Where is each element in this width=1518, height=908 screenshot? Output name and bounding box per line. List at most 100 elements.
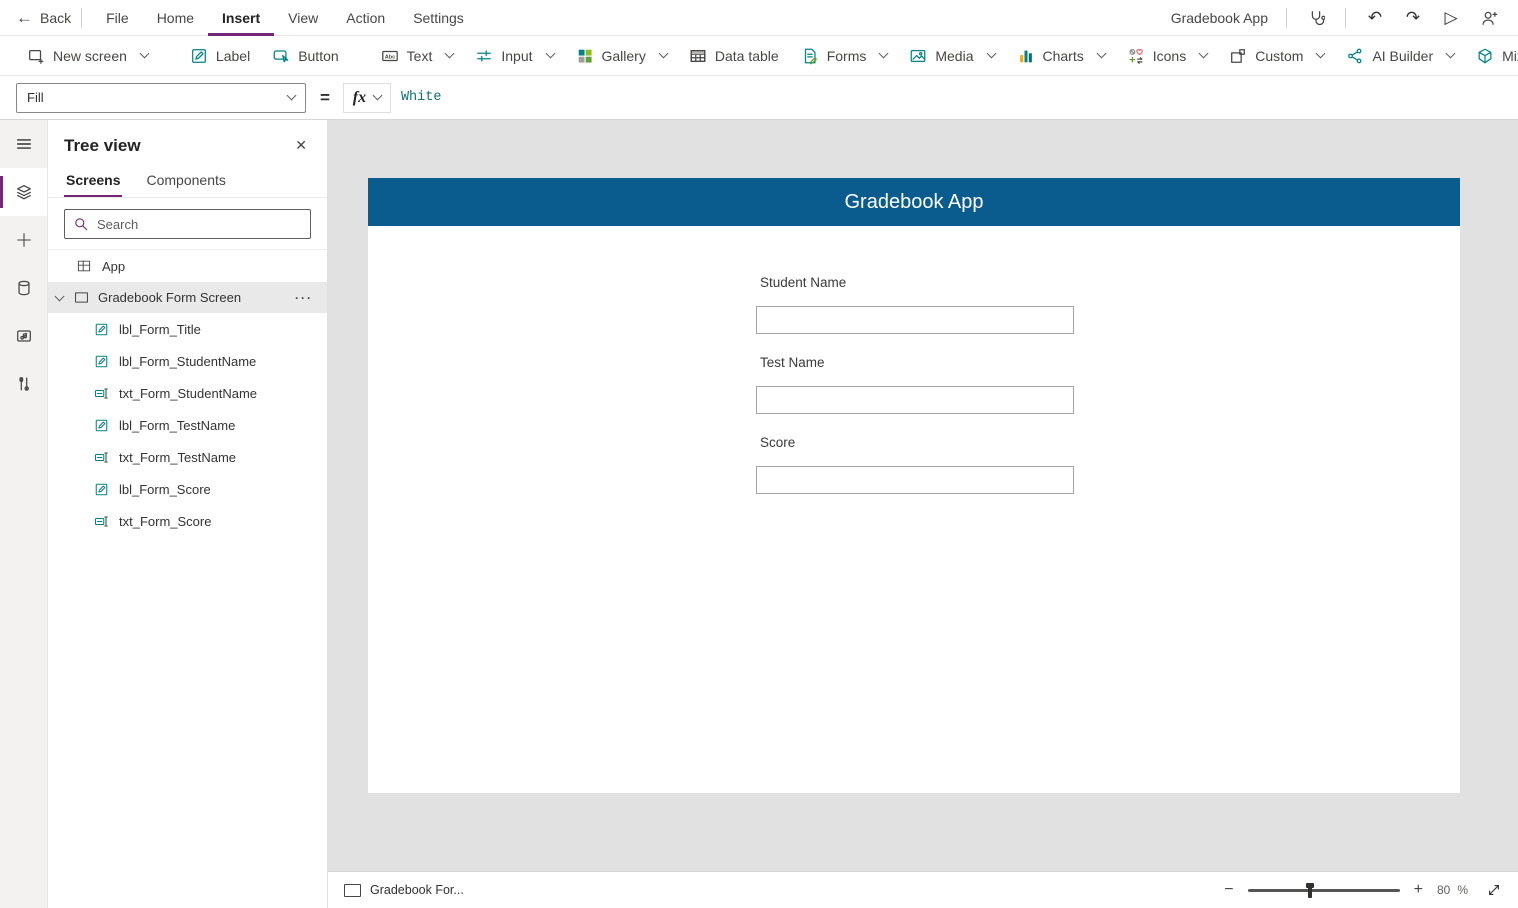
tree-item-control[interactable]: txt_Form_TestName (48, 441, 327, 473)
custom-icon (1229, 47, 1247, 65)
tree-item-control[interactable]: lbl_Form_Score (48, 473, 327, 505)
icons-menu[interactable]: Icons (1116, 36, 1218, 76)
mixed-reality-icon (1476, 47, 1494, 65)
input-menu[interactable]: Input (464, 36, 564, 76)
rail-media-button[interactable] (0, 312, 47, 360)
button-button[interactable]: Button (261, 36, 349, 76)
play-preview-button[interactable]: ▷ (1432, 2, 1470, 34)
chevron-down-icon (139, 49, 149, 59)
app-checker-button[interactable] (1297, 2, 1335, 34)
undo-button[interactable]: ↶ (1356, 2, 1394, 34)
chevron-down-icon (986, 49, 996, 59)
person-add-icon (1480, 9, 1498, 27)
menu-item-home[interactable]: Home (143, 0, 208, 36)
ribbon-label: Button (298, 48, 338, 64)
tree-item-app[interactable]: App (48, 250, 327, 282)
ribbon-label: Media (935, 48, 973, 64)
zoom-slider[interactable] (1248, 889, 1400, 892)
zoom-slider-thumb[interactable] (1308, 883, 1312, 898)
app-screen-artboard[interactable]: Gradebook App Student Name Test Name Sco… (368, 178, 1460, 793)
text-icon: Abc (381, 47, 399, 65)
rail-data-button[interactable] (0, 264, 47, 312)
tree-search-box[interactable] (64, 209, 311, 239)
chevron-down-icon (1446, 49, 1456, 59)
data-table-button[interactable]: Data table (678, 36, 790, 76)
student-name-label[interactable]: Student Name (760, 275, 846, 290)
equals-sign: = (320, 88, 330, 108)
mixed-reality-menu[interactable]: Mixed Reality (1465, 36, 1518, 76)
menu-item-view[interactable]: View (274, 0, 332, 36)
chevron-down-icon (287, 91, 297, 101)
zoom-in-button[interactable]: + (1414, 882, 1423, 898)
formula-input[interactable] (391, 83, 1518, 113)
menu-item-insert[interactable]: Insert (208, 0, 274, 36)
media-menu[interactable]: Media (898, 36, 1005, 76)
score-input[interactable] (756, 466, 1074, 494)
new-screen-button[interactable]: New screen (16, 36, 159, 76)
screen-thumbnail-icon (344, 884, 361, 897)
current-screen-label[interactable]: Gradebook For... (370, 883, 464, 897)
student-name-input[interactable] (756, 306, 1074, 334)
panel-tabs: Screens Components (48, 162, 327, 198)
formula-bar: Fill = fx (0, 76, 1518, 120)
status-bar: Gradebook For... − + 80 % (328, 871, 1518, 908)
zoom-percentage: 80 % (1437, 883, 1468, 897)
tools-icon (15, 375, 33, 393)
gallery-menu[interactable]: Gallery (565, 36, 678, 76)
test-name-label[interactable]: Test Name (760, 355, 825, 370)
fx-dropdown[interactable]: fx (343, 83, 391, 113)
redo-icon: ↷ (1406, 9, 1420, 26)
redo-button[interactable]: ↷ (1394, 2, 1432, 34)
chevron-down-icon (445, 49, 455, 59)
fit-to-window-icon[interactable] (1486, 882, 1502, 898)
tree-item-screen[interactable]: Gradebook Form Screen ··· (48, 282, 327, 313)
rail-advanced-tools-button[interactable] (0, 360, 47, 408)
menu-item-file[interactable]: File (92, 0, 143, 36)
main-region: Tree view ✕ Screens Components App (0, 120, 1518, 908)
hamburger-menu-button[interactable] (0, 120, 47, 168)
screen-icon (73, 289, 90, 306)
menu-item-settings[interactable]: Settings (399, 0, 478, 36)
chevron-down-icon (1199, 49, 1209, 59)
rail-tree-view-button[interactable] (0, 168, 47, 216)
custom-menu[interactable]: Custom (1218, 36, 1335, 76)
forms-menu[interactable]: Forms (790, 36, 899, 76)
back-button[interactable]: ← Back (16, 9, 71, 26)
menu-item-action[interactable]: Action (332, 0, 399, 36)
ribbon-label: AI Builder (1372, 48, 1433, 64)
play-icon: ▷ (1444, 9, 1457, 26)
back-label: Back (40, 10, 71, 26)
label-button[interactable]: Label (179, 36, 261, 76)
close-icon[interactable]: ✕ (291, 135, 311, 156)
ai-builder-menu[interactable]: AI Builder (1335, 36, 1465, 76)
score-label[interactable]: Score (760, 435, 795, 450)
search-input[interactable] (97, 217, 302, 232)
tree-item-label: Gradebook Form Screen (98, 290, 241, 305)
tree-item-control[interactable]: txt_Form_Score (48, 505, 327, 537)
tree-item-control[interactable]: lbl_Form_Title (48, 313, 327, 345)
tree-item-control[interactable]: lbl_Form_TestName (48, 409, 327, 441)
media-library-icon (15, 327, 33, 345)
top-menu-bar: ← Back File Home Insert View Action Sett… (0, 0, 1518, 36)
tree-item-label: lbl_Form_Score (119, 482, 211, 497)
text-menu[interactable]: Abc Text (370, 36, 465, 76)
zoom-out-button[interactable]: − (1224, 882, 1233, 898)
tab-screens[interactable]: Screens (64, 166, 122, 197)
tree-item-control[interactable]: lbl_Form_StudentName (48, 345, 327, 377)
share-button[interactable] (1470, 2, 1508, 34)
chevron-expanded-icon[interactable] (55, 292, 65, 302)
tree-item-control[interactable]: txt_Form_StudentName (48, 377, 327, 409)
tab-components[interactable]: Components (144, 166, 227, 197)
chevron-down-icon (1316, 49, 1326, 59)
rail-insert-button[interactable] (0, 216, 47, 264)
more-options-icon[interactable]: ··· (295, 291, 327, 305)
app-header-bar[interactable]: Gradebook App (368, 178, 1460, 226)
property-selector[interactable]: Fill (16, 83, 306, 113)
charts-menu[interactable]: Charts (1006, 36, 1116, 76)
gallery-icon (576, 47, 594, 65)
test-name-input[interactable] (756, 386, 1074, 414)
app-title-label: Gradebook App (845, 191, 984, 214)
tree-item-label: lbl_Form_TestName (119, 418, 235, 433)
plus-icon (15, 231, 33, 249)
divider (1345, 8, 1346, 28)
